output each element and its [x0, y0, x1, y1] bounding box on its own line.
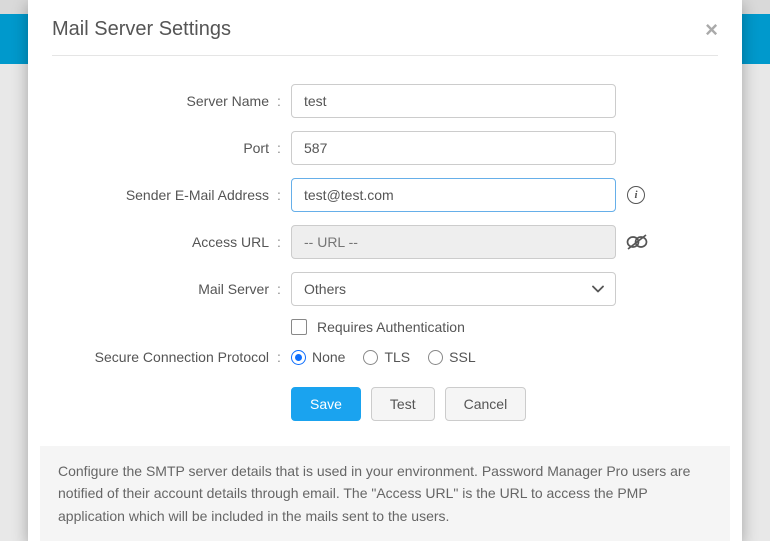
close-icon: × — [705, 17, 718, 42]
port-input[interactable] — [291, 131, 616, 165]
cancel-button[interactable]: Cancel — [445, 387, 527, 421]
mail-server-select[interactable]: Others — [291, 272, 616, 306]
test-button[interactable]: Test — [371, 387, 435, 421]
protocol-radio-tls[interactable]: TLS — [363, 349, 410, 365]
help-text: Configure the SMTP server details that i… — [40, 446, 730, 541]
mail-server-settings-modal: Mail Server Settings × Server Name : Por… — [28, 0, 742, 541]
protocol-none-label: None — [312, 349, 345, 365]
access-url-input — [291, 225, 616, 259]
sender-email-input[interactable] — [291, 178, 616, 212]
requires-auth-checkbox[interactable] — [291, 319, 307, 335]
info-icon[interactable]: i — [626, 185, 646, 205]
protocol-radio-none[interactable]: None — [291, 349, 345, 365]
close-button[interactable]: × — [705, 19, 718, 41]
colon: : — [277, 281, 291, 297]
protocol-ssl-label: SSL — [449, 349, 475, 365]
modal-title: Mail Server Settings — [52, 18, 231, 41]
mail-server-label: Mail Server — [52, 281, 277, 297]
server-name-input[interactable] — [291, 84, 616, 118]
protocol-radio-ssl[interactable]: SSL — [428, 349, 475, 365]
header-divider — [52, 55, 718, 56]
colon: : — [277, 234, 291, 250]
unlink-icon[interactable] — [626, 233, 648, 251]
port-label: Port — [52, 140, 277, 156]
sender-email-label: Sender E-Mail Address — [52, 187, 277, 203]
access-url-label: Access URL — [52, 234, 277, 250]
save-button[interactable]: Save — [291, 387, 361, 421]
protocol-label: Secure Connection Protocol — [52, 349, 277, 365]
colon: : — [277, 349, 291, 365]
server-name-label: Server Name — [52, 93, 277, 109]
colon: : — [277, 140, 291, 156]
protocol-tls-label: TLS — [384, 349, 410, 365]
colon: : — [277, 93, 291, 109]
requires-auth-label: Requires Authentication — [317, 319, 465, 335]
colon: : — [277, 187, 291, 203]
